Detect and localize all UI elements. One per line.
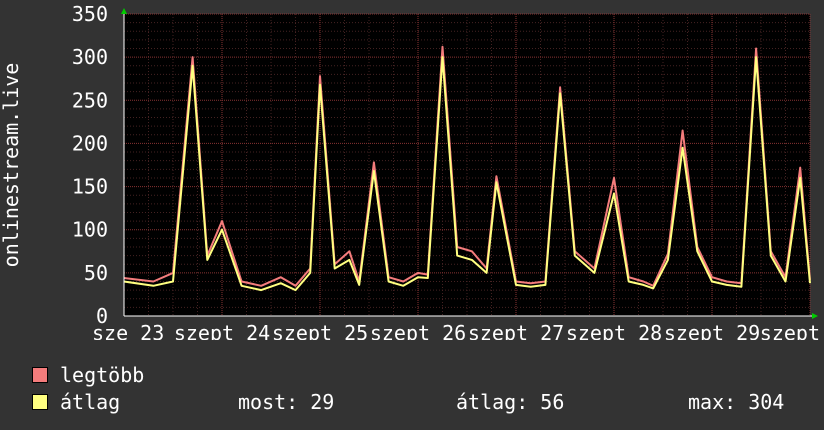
chart-panel: 0 50 100 150 200 250 300 350 sze 23 szept 24 szep… — [0, 0, 824, 430]
line-chart: 050100150200250300350 sze 23 szept 24 szep… — [0, 2, 820, 340]
y-tick-labels: 050100150200250300350 — [72, 2, 108, 328]
x-tick-label: szept 27 — [468, 321, 564, 340]
x-tick-label: szept 24 — [174, 321, 270, 340]
y-tick-label: 350 — [72, 2, 108, 26]
y-tick-label: 250 — [72, 88, 108, 112]
stat-max: max: 304 — [688, 390, 785, 414]
y-tick-label: 150 — [72, 175, 108, 199]
x-tick-label: szept — [760, 321, 820, 340]
x-tick-labels: sze 23 szept 24 szept 25 szept 26 szept 27 sz… — [92, 321, 820, 340]
legend-swatch-max — [32, 367, 48, 383]
x-tick-label: szept 29 — [664, 321, 760, 340]
legend-item-average: átlag — [32, 390, 120, 414]
x-tick-label: szept 25 — [272, 321, 368, 340]
y-tick-label: 100 — [72, 218, 108, 242]
legend-swatch-average — [32, 394, 48, 410]
y-tick-label: 300 — [72, 45, 108, 69]
legend-label-average: átlag — [60, 390, 121, 414]
x-tick-label: szept 26 — [370, 321, 466, 340]
stat-average: átlag: 56 — [456, 390, 565, 414]
x-axis-arrow-icon — [812, 313, 818, 319]
x-tick-label: sze 23 — [92, 321, 164, 340]
y-axis-arrow-icon — [121, 8, 127, 14]
legend-item-max: legtöbb — [32, 363, 144, 387]
x-tick-label: szept 28 — [566, 321, 662, 340]
y-tick-label: 200 — [72, 131, 108, 155]
legend-label-max: legtöbb — [60, 363, 145, 387]
y-tick-label: 50 — [84, 261, 108, 285]
stat-current: most: 29 — [238, 390, 335, 414]
y-axis-label: onlinestream.live — [0, 63, 23, 268]
